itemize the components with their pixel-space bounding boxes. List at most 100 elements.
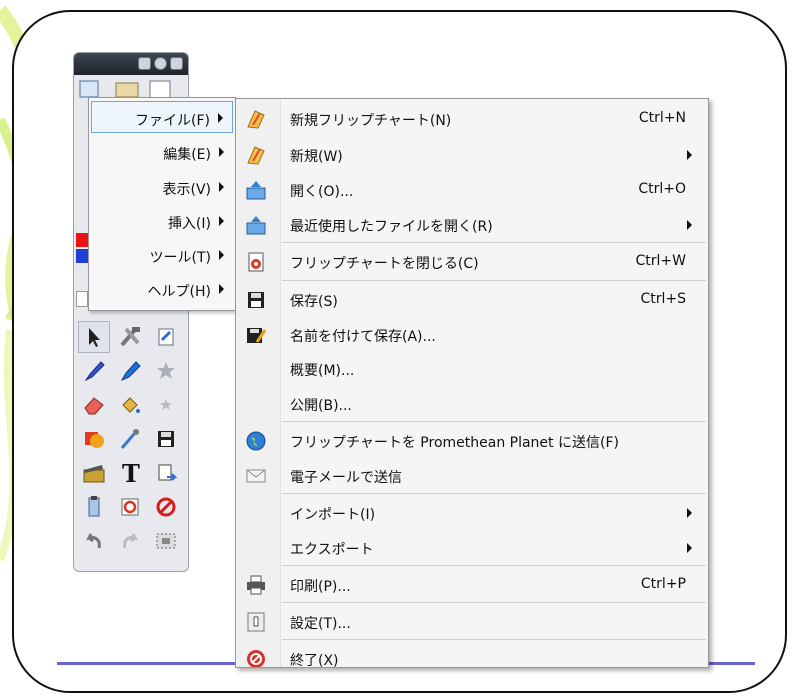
menu-item-label: 新規(W)	[290, 149, 343, 165]
menu-item-label: エクスポート	[290, 542, 374, 558]
submenu-arrow-icon	[687, 508, 692, 518]
small-star-icon	[160, 399, 172, 410]
shape-recognizer-tool[interactable]	[150, 389, 182, 421]
highlighter-icon	[120, 361, 141, 382]
page-arrow-icon	[158, 464, 177, 481]
menu-close-flipchart[interactable]: フリップチャートを閉じる(C) Ctrl+W	[236, 244, 708, 279]
pen-tool[interactable]	[78, 355, 110, 387]
menu-item-label: フリップチャートを Promethean Planet に送信(F)	[290, 435, 619, 451]
fill-tool[interactable]	[114, 389, 146, 421]
dropper-icon	[120, 429, 139, 449]
menu-separator	[282, 421, 706, 422]
eraser-tool[interactable]	[78, 389, 110, 421]
select-tool[interactable]	[78, 321, 110, 353]
globe-icon	[246, 431, 266, 451]
menu-separator	[282, 493, 706, 494]
menu-item-label: 表示(V)	[162, 182, 211, 198]
reset-tool[interactable]	[114, 491, 146, 523]
menu-import[interactable]: インポート(I)	[236, 495, 708, 530]
menu-item-edit[interactable]: 編集(E)	[91, 136, 233, 168]
menu-item-label: 編集(E)	[163, 147, 211, 163]
printer-icon	[247, 575, 265, 595]
page-add-tool[interactable]	[150, 457, 182, 489]
clapper-tool[interactable]	[78, 457, 110, 489]
menu-item-shortcut: Ctrl+N	[638, 110, 686, 126]
camera-grid-icon	[156, 533, 176, 549]
menu-item-label: ファイル(F)	[135, 113, 210, 129]
menu-item-label: 概要(M)...	[290, 363, 355, 379]
menu-item-insert[interactable]: 挿入(I)	[91, 205, 233, 237]
wrench-hammer-icon	[120, 327, 140, 347]
new-icon	[247, 146, 265, 165]
menu-print[interactable]: 印刷(P)... Ctrl+P	[236, 567, 708, 602]
menu-item-shortcut: Ctrl+S	[640, 291, 686, 307]
tool-palette-header[interactable]	[74, 53, 188, 75]
menu-item-label: 終了(X)	[290, 653, 339, 668]
submenu-arrow-icon	[219, 182, 224, 192]
redo-tool[interactable]	[114, 525, 146, 557]
menu-summary[interactable]: 概要(M)...	[236, 351, 708, 386]
menu-save[interactable]: 保存(S) Ctrl+S	[236, 282, 708, 317]
submenu-arrow-icon	[687, 543, 692, 553]
pointer-icon	[89, 328, 100, 347]
no-entry-icon	[156, 497, 176, 517]
menu-item-file[interactable]: ファイル(F)	[91, 101, 233, 133]
menu-exit[interactable]: 終了(X)	[236, 641, 708, 668]
palette-close-icon[interactable]	[170, 57, 183, 70]
menu-settings[interactable]: 設定(T)...	[236, 604, 708, 639]
menu-export[interactable]: エクスポート	[236, 530, 708, 565]
menu-separator	[282, 565, 706, 566]
floppy-icon	[158, 431, 174, 447]
page-link-icon	[158, 328, 174, 346]
envelope-icon	[246, 469, 266, 483]
clear-tool[interactable]	[78, 491, 110, 523]
menu-item-tools[interactable]: ツール(T)	[91, 239, 233, 271]
screen-capture-tool[interactable]	[150, 525, 182, 557]
exit-icon	[247, 650, 265, 667]
menu-send-promethean-planet[interactable]: フリップチャートを Promethean Planet に送信(F)	[236, 423, 708, 458]
submenu-arrow-icon	[219, 147, 224, 157]
color-swatch-red[interactable]	[76, 233, 88, 247]
menu-new-flipchart[interactable]: 新規フリップチャート(N) Ctrl+N	[236, 101, 708, 136]
menu-item-label: インポート(I)	[290, 507, 376, 523]
highlighter-tool[interactable]	[114, 355, 146, 387]
stop-tool[interactable]	[150, 491, 182, 523]
menu-item-label: ヘルプ(H)	[147, 284, 211, 300]
star-icon	[157, 362, 175, 379]
magic-ink-tool[interactable]	[150, 355, 182, 387]
menu-item-label: 印刷(P)...	[290, 579, 351, 595]
menu-open-recent[interactable]: 最近使用したファイルを開く(R)	[236, 207, 708, 242]
shape-tool[interactable]	[78, 423, 110, 455]
tools-button[interactable]	[114, 321, 146, 353]
menu-item-label: 保存(S)	[290, 294, 338, 310]
menu-new[interactable]: 新規(W)	[236, 137, 708, 172]
menu-item-view[interactable]: 表示(V)	[91, 171, 233, 203]
reset-icon	[121, 498, 139, 516]
open-icon	[246, 181, 266, 200]
connector-tool[interactable]	[114, 423, 146, 455]
menu-open[interactable]: 開く(O)... Ctrl+O	[236, 172, 708, 207]
submenu-arrow-icon	[219, 250, 224, 260]
color-swatch-blue[interactable]	[76, 249, 88, 263]
menu-item-shortcut: Ctrl+O	[638, 181, 686, 197]
menu-separator	[282, 242, 706, 243]
svg-text:T: T	[122, 461, 140, 485]
undo-tool[interactable]	[78, 525, 110, 557]
menu-item-label: 新規フリップチャート(N)	[290, 113, 452, 129]
palette-options-icon[interactable]	[154, 57, 167, 70]
menu-separator	[282, 280, 706, 281]
page-button[interactable]	[150, 321, 182, 353]
menu-publish[interactable]: 公開(B)...	[236, 386, 708, 421]
close-flipchart-icon	[248, 252, 264, 272]
paint-bucket-icon	[122, 397, 140, 413]
menu-item-help[interactable]: ヘルプ(H)	[91, 273, 233, 305]
text-tool[interactable]: T	[114, 457, 146, 489]
menu-item-label: 挿入(I)	[167, 216, 211, 232]
file-submenu: 新規フリップチャート(N) Ctrl+N 新規(W) 開く(O)... Ctrl…	[235, 98, 709, 668]
menu-save-as[interactable]: 名前を付けて保存(A)...	[236, 317, 708, 352]
palette-slider[interactable]	[76, 291, 88, 307]
palette-pin-icon[interactable]	[138, 57, 151, 70]
open-recent-icon	[246, 216, 266, 235]
save-tool[interactable]	[150, 423, 182, 455]
menu-send-email[interactable]: 電子メールで送信	[236, 458, 708, 493]
